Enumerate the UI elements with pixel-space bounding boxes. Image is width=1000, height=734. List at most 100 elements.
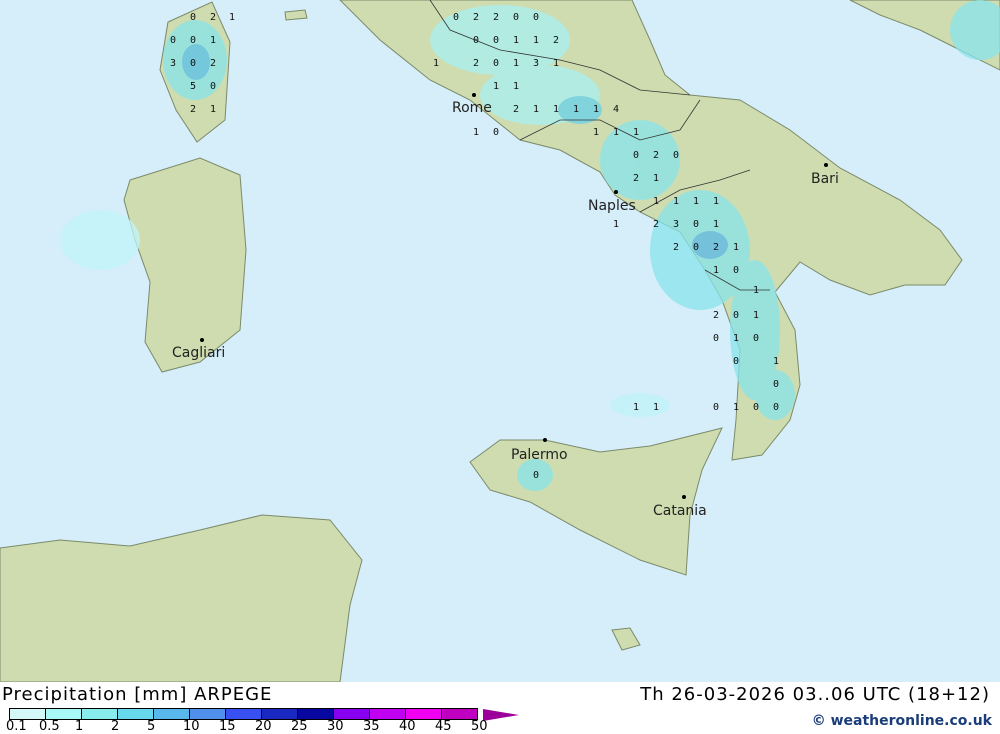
scale-overflow-arrow xyxy=(483,709,519,721)
precip-value: 2 xyxy=(653,150,659,161)
scale-swatch xyxy=(190,709,226,719)
precip-value: 0 xyxy=(190,35,196,46)
scale-tick: 1 xyxy=(75,719,84,734)
precip-value: 0 xyxy=(713,333,719,344)
precip-value: 0 xyxy=(773,379,779,390)
precip-value: 1 xyxy=(593,127,599,138)
precip-value: 2 xyxy=(653,219,659,230)
scale-tick: 30 xyxy=(327,719,344,734)
precip-value: 0 xyxy=(473,35,479,46)
precip-value: 1 xyxy=(653,196,659,207)
scale-swatch xyxy=(226,709,262,719)
elba-island xyxy=(284,9,308,21)
scale-swatch xyxy=(154,709,190,719)
city-label: Naples xyxy=(588,198,636,214)
precip-value: 1 xyxy=(733,242,739,253)
precip-value: 1 xyxy=(533,104,539,115)
scale-tick: 20 xyxy=(255,719,272,734)
scale-tick: 10 xyxy=(183,719,200,734)
precip-value: 2 xyxy=(673,242,679,253)
precip-value: 1 xyxy=(773,356,779,367)
precip-value: 2 xyxy=(473,12,479,23)
precip-value: 2 xyxy=(633,173,639,184)
precip-value: 0 xyxy=(713,402,719,413)
precip-value: 1 xyxy=(613,127,619,138)
credit-link[interactable]: © weatheronline.co.uk xyxy=(812,713,992,729)
precip-value: 1 xyxy=(633,127,639,138)
precip-value: 0 xyxy=(733,356,739,367)
precip-value: 1 xyxy=(733,333,739,344)
precip-value: 1 xyxy=(533,35,539,46)
precip-value: 1 xyxy=(673,196,679,207)
precip-value: 0 xyxy=(533,12,539,23)
precip-value: 2 xyxy=(713,242,719,253)
precip-value: 0 xyxy=(170,35,176,46)
scale-swatch xyxy=(298,709,334,719)
precip-value: 1 xyxy=(513,81,519,92)
scale-swatch xyxy=(370,709,406,719)
scale-tick: 50 xyxy=(471,719,488,734)
precip-value: 1 xyxy=(513,58,519,69)
precip-value: 1 xyxy=(593,104,599,115)
precip-value: 1 xyxy=(433,58,439,69)
precip-value: 0 xyxy=(210,81,216,92)
scale-swatch xyxy=(10,709,46,719)
scale-tick: 15 xyxy=(219,719,236,734)
precip-value: 0 xyxy=(753,402,759,413)
precip-value: 0 xyxy=(190,58,196,69)
city-marker xyxy=(543,438,547,442)
precip-value: 4 xyxy=(613,104,619,115)
city-marker xyxy=(682,495,686,499)
scale-tick: 35 xyxy=(363,719,380,734)
city-label: Cagliari xyxy=(172,345,225,361)
city-label: Bari xyxy=(811,171,839,187)
precip-value: 2 xyxy=(513,104,519,115)
precip-value: 1 xyxy=(553,104,559,115)
scale-tick: 25 xyxy=(291,719,308,734)
scale-tick: 0.5 xyxy=(39,719,60,734)
precip-value: 1 xyxy=(753,310,759,321)
city-label: Catania xyxy=(653,503,707,519)
city-marker xyxy=(472,93,476,97)
precip-value: 2 xyxy=(553,35,559,46)
precip-value: 2 xyxy=(493,12,499,23)
map-title: Precipitation [mm] ARPEGE xyxy=(2,684,273,705)
precip-value: 3 xyxy=(533,58,539,69)
precip-value: 1 xyxy=(613,219,619,230)
precip-value: 1 xyxy=(493,81,499,92)
precip-value: 0 xyxy=(513,12,519,23)
precip-value: 2 xyxy=(190,104,196,115)
scale-tick: 5 xyxy=(147,719,156,734)
city-marker xyxy=(200,338,204,342)
precip-value: 1 xyxy=(229,12,235,23)
city-label: Palermo xyxy=(511,447,568,463)
precip-value: 1 xyxy=(473,127,479,138)
city-marker xyxy=(614,190,618,194)
precip-value: 0 xyxy=(493,127,499,138)
precip-value: 1 xyxy=(653,402,659,413)
precip-value: 0 xyxy=(753,333,759,344)
precip-value: 1 xyxy=(733,402,739,413)
scale-swatch xyxy=(118,709,154,719)
precip-value: 0 xyxy=(773,402,779,413)
precip-value: 2 xyxy=(210,58,216,69)
precip-value: 1 xyxy=(753,285,759,296)
scale-tick: 40 xyxy=(399,719,416,734)
precip-value: 0 xyxy=(693,219,699,230)
scale-swatch xyxy=(262,709,298,719)
precip-value: 0 xyxy=(533,470,539,481)
precip-value: 1 xyxy=(633,402,639,413)
precip-value: 0 xyxy=(693,242,699,253)
scale-tick: 2 xyxy=(111,719,120,734)
city-label: Rome xyxy=(452,100,492,116)
precip-value: 2 xyxy=(210,12,216,23)
precip-value: 0 xyxy=(453,12,459,23)
forecast-datetime: Th 26-03-2026 03..06 UTC (18+12) xyxy=(640,684,990,705)
precip-value: 1 xyxy=(713,265,719,276)
precip-value: 0 xyxy=(733,265,739,276)
precip-value: 0 xyxy=(673,150,679,161)
precip-value: 0 xyxy=(493,35,499,46)
scale-swatch xyxy=(406,709,442,719)
precip-value: 0 xyxy=(633,150,639,161)
precip-value: 1 xyxy=(553,58,559,69)
